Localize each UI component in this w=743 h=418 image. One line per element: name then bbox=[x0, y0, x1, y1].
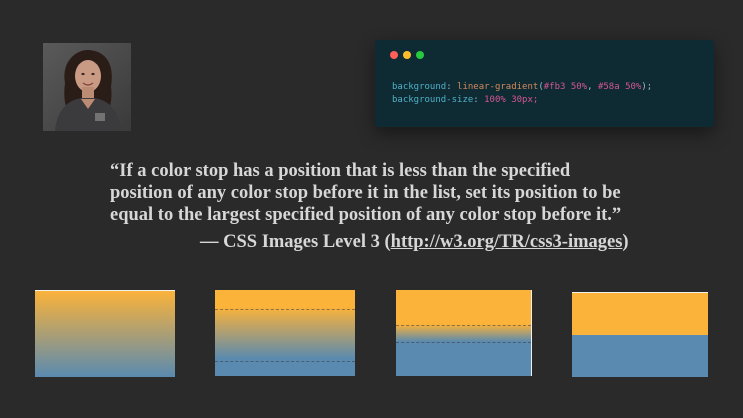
gradient-box-hard-stop bbox=[572, 292, 708, 377]
css-color-1: #fb3 bbox=[543, 82, 566, 92]
quote-line: “If a color stop has a position that is … bbox=[110, 161, 571, 181]
minimize-dot-icon bbox=[403, 51, 411, 59]
attribution-source: — CSS Images Level 3 ( bbox=[200, 232, 391, 252]
css-color-2: #58a bbox=[597, 82, 620, 92]
speaker-photo bbox=[43, 43, 131, 131]
quote-line: position of any color stop before it in … bbox=[110, 183, 621, 203]
maximize-dot-icon bbox=[416, 51, 424, 59]
spec-quote: “If a color stop has a position that is … bbox=[110, 160, 670, 226]
css-property: background bbox=[392, 82, 447, 92]
quote-attribution: — CSS Images Level 3 (http://w3.org/TR/c… bbox=[200, 231, 670, 253]
code-snippet: background: linear-gradient(#fb3 50%, #5… bbox=[392, 81, 652, 107]
code-line-1: background: linear-gradient(#fb3 50%, #5… bbox=[392, 82, 653, 92]
stop-marker-line bbox=[396, 325, 531, 326]
gradient-box-narrowest bbox=[396, 290, 532, 376]
slide: background: linear-gradient(#fb3 50%, #5… bbox=[0, 0, 743, 418]
window-controls bbox=[390, 51, 424, 59]
css-stop-2: 50% bbox=[625, 82, 642, 92]
css-property: background-size bbox=[392, 95, 474, 105]
attribution-close: ) bbox=[622, 232, 629, 252]
gradient-box-smooth bbox=[35, 290, 175, 377]
stop-marker-line bbox=[396, 342, 531, 343]
close-dot-icon bbox=[390, 51, 398, 59]
quote-line: equal to the largest specified position … bbox=[110, 205, 622, 225]
stop-marker-line bbox=[215, 361, 355, 362]
spec-link[interactable]: http://w3.org/TR/css3-images bbox=[391, 232, 623, 252]
code-window: background: linear-gradient(#fb3 50%, #5… bbox=[375, 40, 714, 127]
gradient-box-narrower bbox=[215, 290, 355, 376]
css-stop-1: 50% bbox=[570, 82, 588, 92]
css-function: linear-gradient bbox=[457, 82, 539, 92]
stop-marker-line bbox=[215, 309, 355, 310]
code-line-2: background-size: 100% 30px; bbox=[392, 95, 539, 105]
css-value: 100% 30px; bbox=[484, 95, 539, 105]
